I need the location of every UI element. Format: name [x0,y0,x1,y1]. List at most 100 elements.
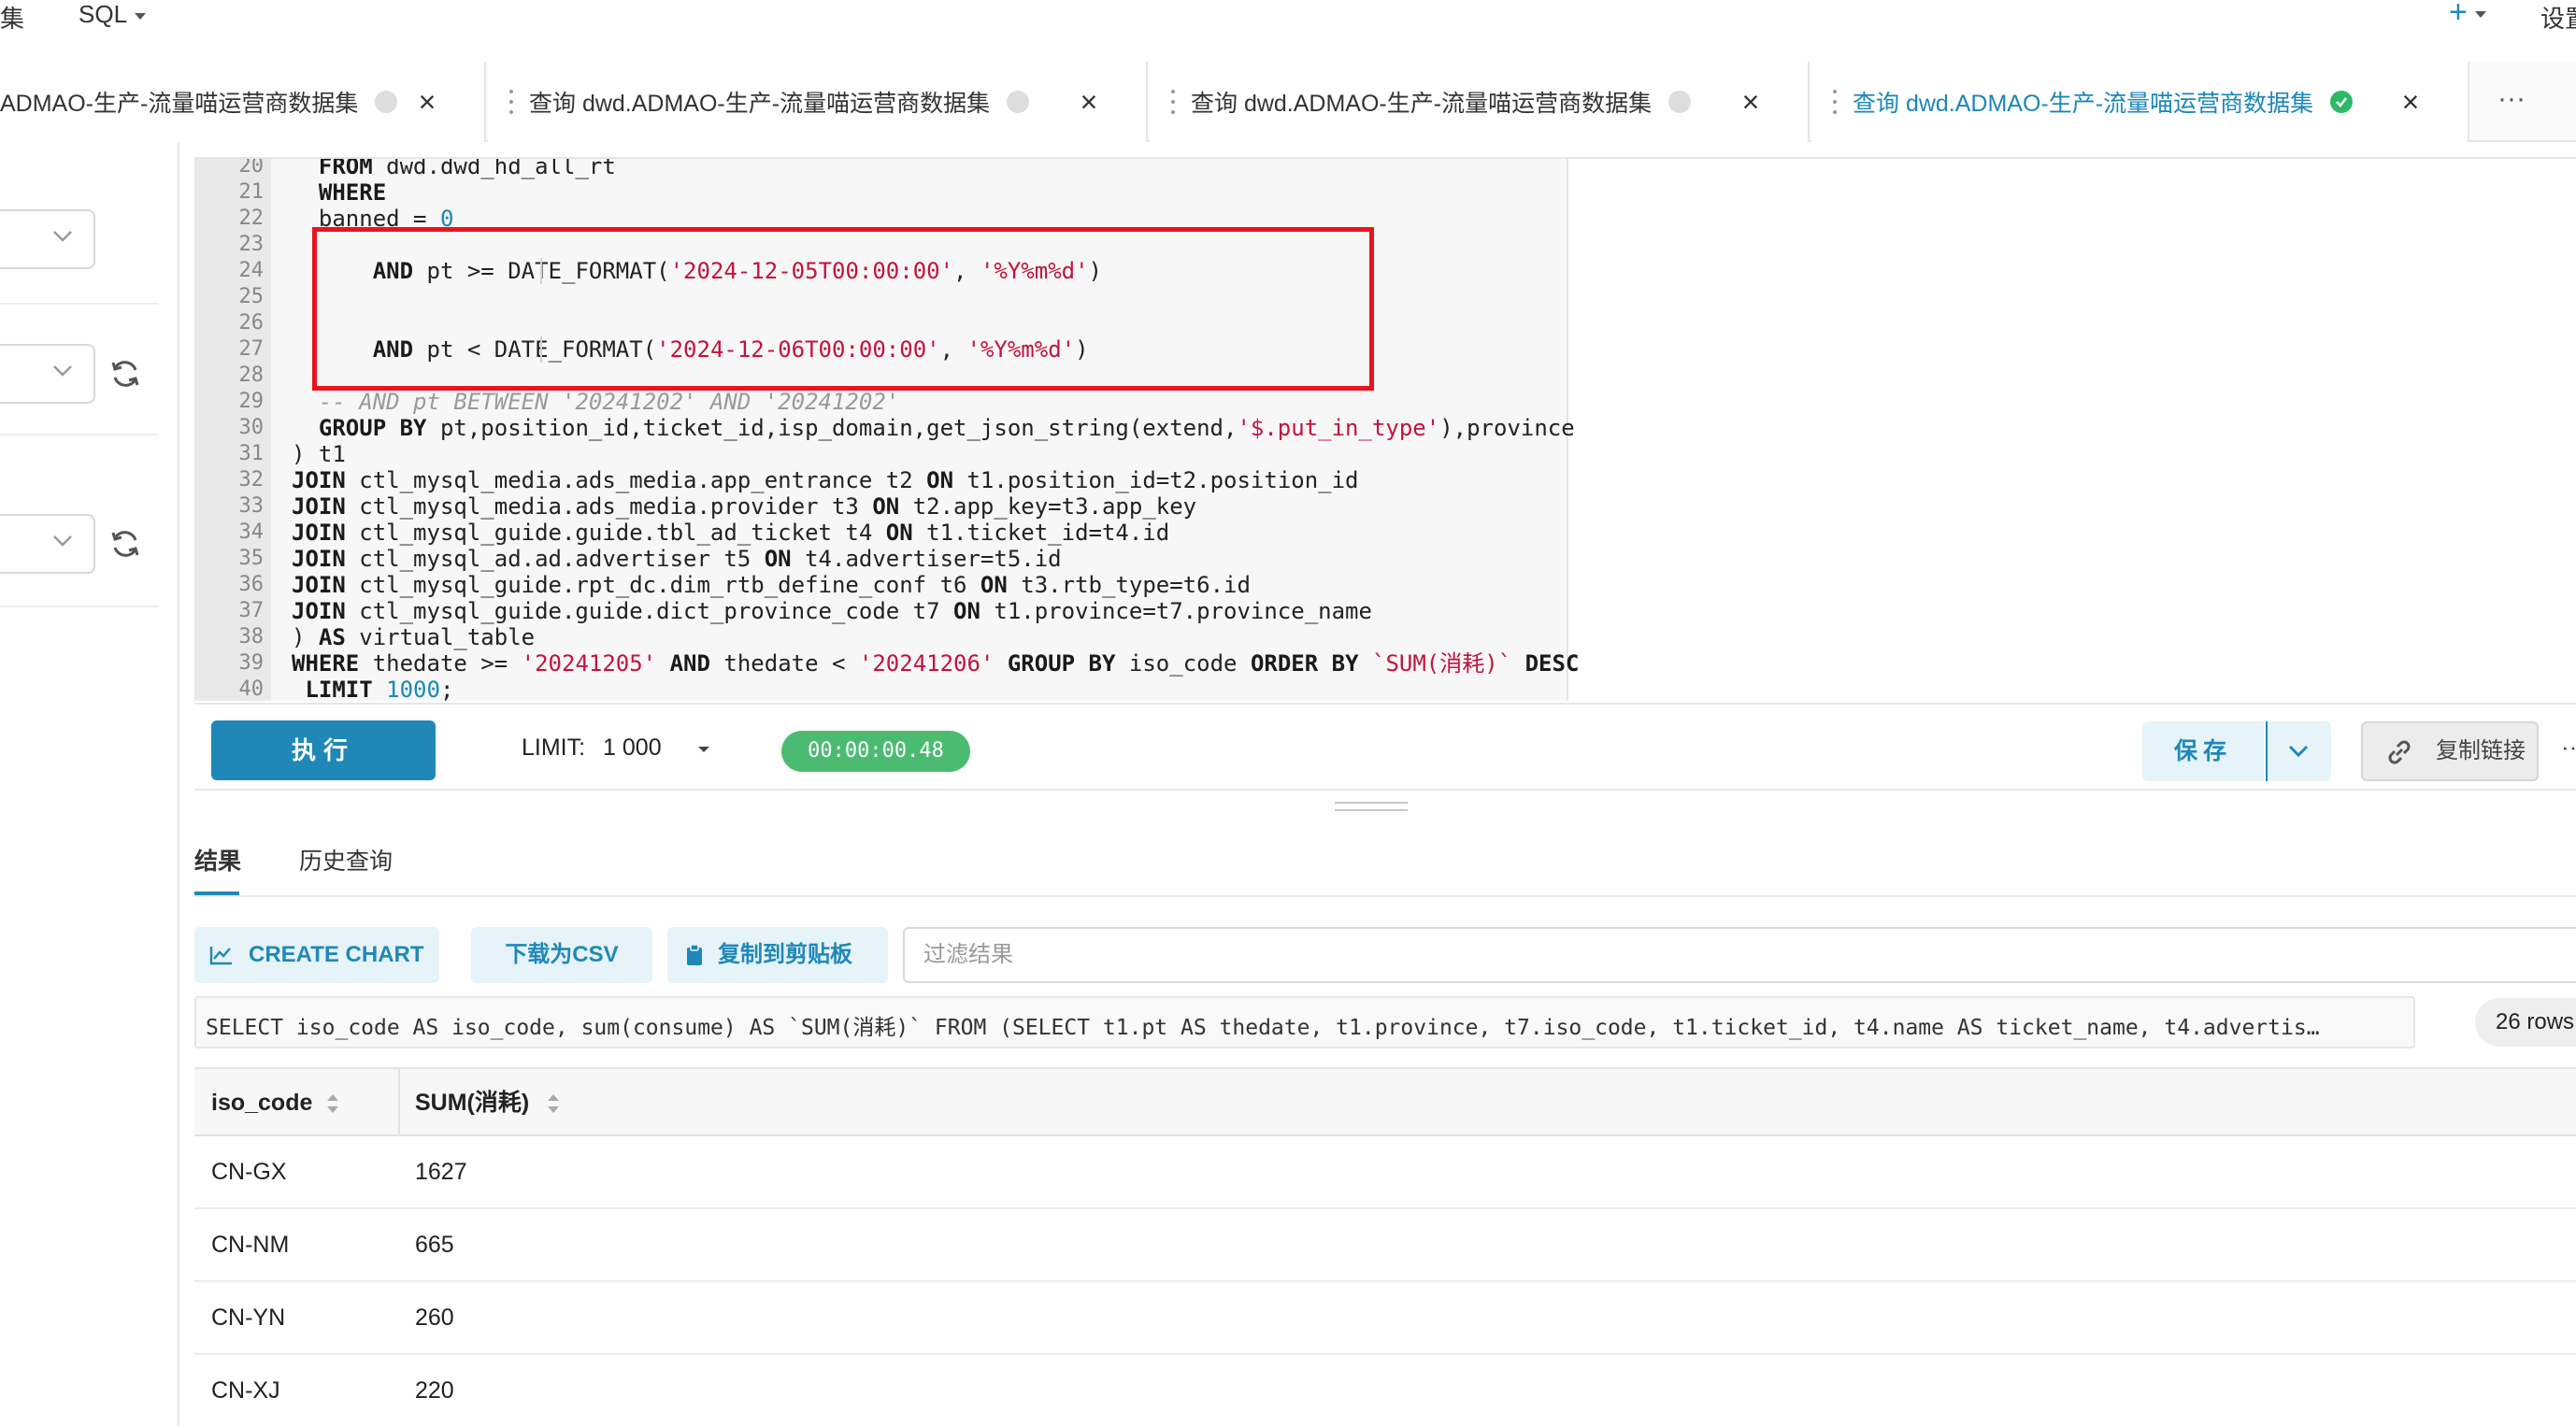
close-icon[interactable]: × [1077,87,1101,117]
row-count-badge: 26 rows [2475,998,2576,1047]
cell-iso-code: CN-GX [211,1159,287,1185]
indent-guide [540,336,542,363]
tab-query-3[interactable]: 查询 dwd.ADMAO-生产-流量喵运营商数据集 × [1150,62,1810,142]
close-icon[interactable]: × [1739,87,1763,117]
link-icon [2388,740,2411,764]
column-header-iso-code[interactable]: iso_code [211,1069,312,1138]
code-line-33: 33 JOIN ctl_mysql_media.ads_media.provide… [238,493,1197,520]
copy-to-clipboard-label: 复制到剪贴板 [718,942,852,967]
sql-editor[interactable]: 20 FROM dwd.dwd_hd_all_rt 21 WHERE 22 ba… [194,157,2576,701]
limit-selector[interactable]: LIMIT: 1 000 [522,734,662,762]
code-line-23: 23 [238,233,265,256]
copy-link-label: 复制链接 [2436,738,2526,763]
tab-status-dot [1007,91,1030,113]
close-icon[interactable]: × [415,87,439,117]
limit-label: LIMIT: [522,734,586,761]
table-row: CN-XJ 220 [194,1355,2576,1426]
table-row: CN-GX 1627 [194,1136,2576,1209]
copy-link-button[interactable]: 复制链接 [2361,721,2539,781]
divider [0,434,159,435]
caret-down-icon[interactable] [697,746,710,753]
tab-status-dot [1668,91,1692,113]
code-line-34: 34 JOIN ctl_mysql_guide.guide.tbl_ad_tick… [238,520,1170,546]
query-tab-bar: ADMAO-生产-流量喵运营商数据集 × 查询 dwd.ADMAO-生产-流量喵… [0,62,2576,142]
code-line-31: 31) t1 [238,441,346,467]
code-line-25: 25 [238,285,265,308]
tab-results[interactable]: 结果 [194,843,241,877]
divider [0,303,159,305]
refresh-icon[interactable] [108,527,142,561]
code-line-20: 20 FROM dwd.dwd_hd_all_rt [238,157,616,179]
success-check-icon [2330,91,2354,113]
cell-sum-consume: 220 [415,1377,454,1404]
sql-preview-text: SELECT iso_code AS iso_code, sum(consume… [206,1016,2320,1040]
cell-iso-code: CN-XJ [211,1377,280,1404]
column-header-sum-consume[interactable]: SUM(消耗) [415,1069,529,1138]
left-panel [0,142,179,1426]
tab-query-2[interactable]: 查询 dwd.ADMAO-生产-流量喵运营商数据集 × [488,62,1148,142]
table-row: CN-NM 665 [194,1209,2576,1282]
refresh-icon[interactable] [108,357,142,391]
editor-toolbar: 执行 LIMIT: 1 000 00:00:00.48 保存 复制链接 ·· [194,703,2576,791]
cell-sum-consume: 260 [415,1305,454,1331]
drag-handle-icon[interactable] [505,90,518,114]
chevron-down-icon [53,231,72,242]
tab-status-dot [375,91,398,113]
chevron-down-icon [53,535,72,547]
download-csv-button[interactable]: 下载为CSV [471,927,652,983]
chevron-down-icon [2288,745,2309,758]
filter-results-input[interactable] [903,927,2576,983]
code-line-40: 40 LIMIT 1000; [238,677,454,701]
code-line-38: 38) AS virtual_table [238,624,536,650]
table-header: iso_code SUM(消耗) [194,1067,2576,1138]
drag-handle-icon[interactable] [1828,90,1841,114]
cell-sum-consume: 665 [415,1232,454,1258]
copy-to-clipboard-button[interactable]: 复制到剪贴板 [667,927,888,983]
executed-sql-preview: SELECT iso_code AS iso_code, sum(consume… [194,996,2415,1048]
add-menu[interactable]: + [2449,0,2486,31]
query-timer-badge: 00:00:00.48 [781,731,970,772]
code-line-26: 26 [238,311,265,335]
save-options-dropdown[interactable] [2266,721,2331,781]
create-chart-button[interactable]: CREATE CHART [194,927,439,983]
code-line-39: 39 WHERE thedate >= '20241205' AND thedat… [238,650,1580,677]
code-line-28: 28 [238,364,265,387]
tab-query-4-active[interactable]: 查询 dwd.ADMAO-生产-流量喵运营商数据集 × [1811,62,2469,142]
more-tabs-button[interactable]: ··· [2469,62,2554,142]
run-button[interactable]: 执行 [211,720,436,780]
sort-icon[interactable] [546,1091,561,1116]
menu-item-partial[interactable]: 集 [0,0,24,35]
menu-item-sql[interactable]: SQL [79,0,147,29]
tab-title: 查询 dwd.ADMAO-生产-流量喵运营商数据集 [1853,91,2314,117]
table-row: CN-YN 260 [194,1282,2576,1355]
cell-iso-code: CN-YN [211,1305,286,1331]
code-line-21: 21 WHERE [238,179,387,206]
cell-iso-code: CN-NM [211,1232,290,1258]
tab-query-1[interactable]: ADMAO-生产-流量喵运营商数据集 × [0,62,486,142]
chevron-down-icon [2474,10,2486,18]
top-menu-bar: 集 SQL + 设置 [0,0,2576,41]
indent-guide [540,258,542,284]
save-button[interactable]: 保存 [2142,721,2264,781]
cell-sum-consume: 1627 [415,1159,467,1185]
code-line-30: 30 GROUP BY pt,position_id,ticket_id,isp… [238,415,1575,441]
drag-handle-icon[interactable] [1166,90,1180,114]
code-line-35: 35 JOIN ctl_mysql_ad.ad.advertiser t5 ON … [238,546,1062,572]
table-select[interactable] [0,514,95,574]
pane-resize-handle[interactable] [1335,802,1408,811]
line-chart-icon [209,947,232,965]
code-line-29: 29 -- AND pt BETWEEN '20241202' AND '202… [238,389,900,415]
close-icon[interactable]: × [2398,87,2423,117]
tab-history[interactable]: 历史查询 [299,843,393,877]
settings-menu-partial[interactable]: 设置 [2540,0,2576,35]
more-options-icon[interactable]: ·· [2561,733,2576,762]
tab-title: 查询 dwd.ADMAO-生产-流量喵运营商数据集 [1191,91,1653,117]
results-tabs: 结果 历史查询 [194,830,2576,897]
chevron-down-icon [53,365,72,377]
schema-select[interactable] [0,344,95,404]
sort-icon[interactable] [325,1091,340,1116]
sql-menu-label: SQL [79,0,128,28]
database-select[interactable] [0,209,95,269]
clipboard-icon [687,944,702,965]
chevron-down-icon [135,12,147,20]
